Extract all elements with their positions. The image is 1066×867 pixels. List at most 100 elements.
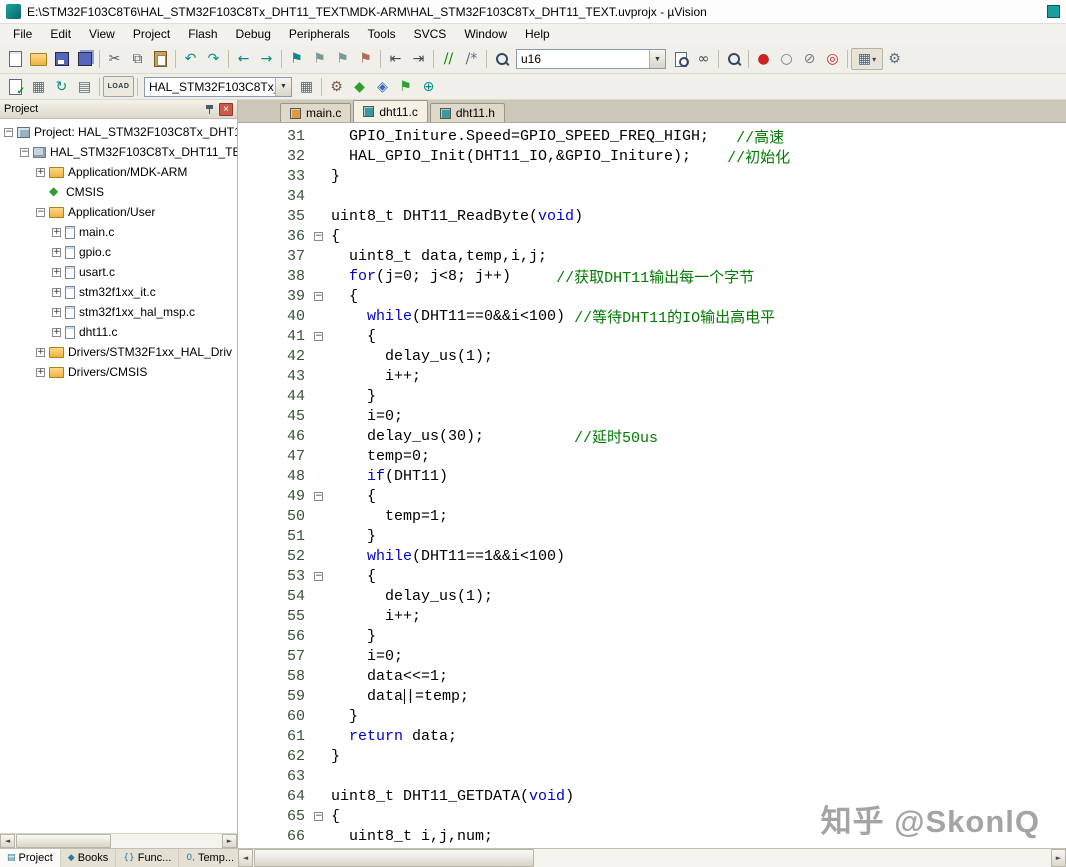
bottom-tab-project[interactable]: ▤ Project: [0, 849, 61, 867]
tree-item-application-mdk-arm[interactable]: + Application/MDK-ARM: [0, 162, 237, 182]
bookmark-toggle-icon[interactable]: ⚑: [285, 48, 308, 70]
menu-flash[interactable]: Flash: [179, 25, 226, 44]
code-line[interactable]: 43 i++;: [238, 366, 1066, 386]
expand-icon[interactable]: +: [36, 347, 45, 357]
options-target-icon[interactable]: ⚙: [325, 76, 348, 98]
code-line[interactable]: 55 i++;: [238, 606, 1066, 626]
editor-hscrollbar[interactable]: [238, 849, 1066, 867]
tab-dht11-c[interactable]: dht11.c: [353, 100, 428, 122]
code-line[interactable]: 60 }: [238, 706, 1066, 726]
expand-icon[interactable]: +: [52, 307, 61, 317]
forward-arrow-icon[interactable]: →: [255, 48, 278, 70]
code-line[interactable]: 41− {: [238, 326, 1066, 346]
scroll-track[interactable]: [253, 849, 1051, 867]
code-line[interactable]: 39− {: [238, 286, 1066, 306]
chevron-down-icon[interactable]: ▼: [275, 77, 291, 96]
code-line[interactable]: 50 temp=1;: [238, 506, 1066, 526]
menu-debug[interactable]: Debug: [227, 25, 280, 44]
window-layout-icon[interactable]: ▦ ▾: [851, 48, 883, 70]
copy-icon[interactable]: ⧉: [126, 48, 149, 70]
scroll-left-icon[interactable]: [238, 849, 253, 867]
open-folder-icon[interactable]: [27, 48, 50, 70]
tree-item-dht11-c[interactable]: + dht11.c: [0, 322, 237, 342]
scroll-track[interactable]: [15, 834, 222, 848]
scroll-right-icon[interactable]: [222, 834, 237, 848]
breakpoint-enable-icon[interactable]: ◎: [821, 48, 844, 70]
tree-item-project-hal-stm32f103c8tx-dht1[interactable]: − Project: HAL_STM32F103C8Tx_DHT1: [0, 122, 237, 142]
back-arrow-icon[interactable]: ←: [232, 48, 255, 70]
chevron-down-icon[interactable]: ▼: [649, 50, 665, 68]
tree-item-cmsis[interactable]: CMSIS: [0, 182, 237, 202]
breakpoint-disable-icon[interactable]: ○: [775, 48, 798, 70]
code-line[interactable]: 38 for (j=0; j<8; j++) //获取DHT11输出每一个字节: [238, 266, 1066, 287]
expand-icon[interactable]: +: [36, 367, 45, 377]
new-file-icon[interactable]: [4, 48, 27, 70]
project-hscrollbar[interactable]: [0, 833, 237, 848]
code-line[interactable]: 58 data<<=1;: [238, 666, 1066, 686]
code-line[interactable]: 45 i=0;: [238, 406, 1066, 426]
code-line[interactable]: 54 delay_us(1);: [238, 586, 1066, 606]
expand-icon[interactable]: +: [52, 287, 61, 297]
code-line[interactable]: 35 uint8_t DHT11_ReadByte(void): [238, 206, 1066, 226]
code-line[interactable]: 56 }: [238, 626, 1066, 646]
tree-item-stm32f1xx-hal-msp-c[interactable]: + stm32f1xx_hal_msp.c: [0, 302, 237, 322]
code-line[interactable]: 46 delay_us(30); //延时50us: [238, 426, 1066, 447]
build-icon[interactable]: ▦: [27, 76, 50, 98]
scroll-thumb[interactable]: [254, 849, 534, 867]
menu-view[interactable]: View: [80, 25, 124, 44]
configure-wrench-icon[interactable]: ⚙: [883, 48, 906, 70]
file-extensions-icon[interactable]: ▦: [295, 76, 318, 98]
code-line[interactable]: 52 while (DHT11==1&&i<100): [238, 546, 1066, 566]
code-line[interactable]: 61 return data;: [238, 726, 1066, 746]
code-line[interactable]: 37 uint8_t data,temp,i,j;: [238, 246, 1066, 266]
menu-project[interactable]: Project: [124, 25, 179, 44]
tree-item-gpio-c[interactable]: + gpio.c: [0, 242, 237, 262]
code-line[interactable]: 33}: [238, 166, 1066, 186]
breakpoint-icon[interactable]: ●: [752, 48, 775, 70]
code-line[interactable]: 36−{: [238, 226, 1066, 246]
find-icon[interactable]: [490, 48, 513, 70]
translate-icon[interactable]: [4, 76, 27, 98]
rte-icon[interactable]: ◆: [348, 76, 371, 98]
menu-edit[interactable]: Edit: [41, 25, 80, 44]
scroll-right-icon[interactable]: [1051, 849, 1066, 867]
outdent-icon[interactable]: ⇤: [384, 48, 407, 70]
undo-icon[interactable]: ↶: [179, 48, 202, 70]
fold-toggle-icon[interactable]: −: [314, 331, 323, 341]
tab-dht11-h[interactable]: dht11.h: [429, 103, 505, 122]
menu-peripherals[interactable]: Peripherals: [280, 25, 359, 44]
collapse-icon[interactable]: −: [4, 127, 13, 137]
zoom-icon[interactable]: [722, 48, 745, 70]
code-line[interactable]: 42 delay_us(1);: [238, 346, 1066, 366]
code-line[interactable]: 32 HAL_GPIO_Init(DHT11_IO,&GPIO_Initure)…: [238, 146, 1066, 167]
code-area[interactable]: 31 GPIO_Initure.Speed=GPIO_SPEED_FREQ_HI…: [238, 123, 1066, 848]
find-combobox[interactable]: u16 ▼: [516, 49, 666, 69]
code-line[interactable]: 62}: [238, 746, 1066, 766]
fold-toggle-icon[interactable]: −: [314, 571, 323, 581]
menu-window[interactable]: Window: [455, 25, 516, 44]
fold-toggle-icon[interactable]: −: [314, 491, 323, 501]
indent-icon[interactable]: ⇥: [407, 48, 430, 70]
comment-icon[interactable]: //: [437, 48, 460, 70]
expand-icon[interactable]: +: [36, 167, 45, 177]
uncomment-icon[interactable]: /*: [460, 48, 483, 70]
save-all-icon[interactable]: [73, 48, 96, 70]
cut-icon[interactable]: ✂: [103, 48, 126, 70]
bookmark-next-icon[interactable]: ⚑: [331, 48, 354, 70]
code-line[interactable]: 53− {: [238, 566, 1066, 586]
rebuild-icon[interactable]: ↻: [50, 76, 73, 98]
binoculars-icon[interactable]: ∞: [692, 48, 715, 70]
pack-installer-icon[interactable]: ◈: [371, 76, 394, 98]
web-icon[interactable]: ⊕: [417, 76, 440, 98]
bottom-tab-func[interactable]: {} Func...: [116, 849, 180, 867]
code-line[interactable]: 57 i=0;: [238, 646, 1066, 666]
code-line[interactable]: 47 temp=0;: [238, 446, 1066, 466]
tree-item-drivers-cmsis[interactable]: + Drivers/CMSIS: [0, 362, 237, 382]
scroll-left-icon[interactable]: [0, 834, 15, 848]
tree-item-drivers-stm32f1xx-hal-driv[interactable]: + Drivers/STM32F1xx_HAL_Driv: [0, 342, 237, 362]
fold-toggle-icon[interactable]: −: [314, 811, 323, 821]
bookmark-prev-icon[interactable]: ⚑: [308, 48, 331, 70]
tab-main-c[interactable]: main.c: [280, 103, 352, 122]
fold-toggle-icon[interactable]: −: [314, 291, 323, 301]
menu-file[interactable]: File: [4, 25, 41, 44]
